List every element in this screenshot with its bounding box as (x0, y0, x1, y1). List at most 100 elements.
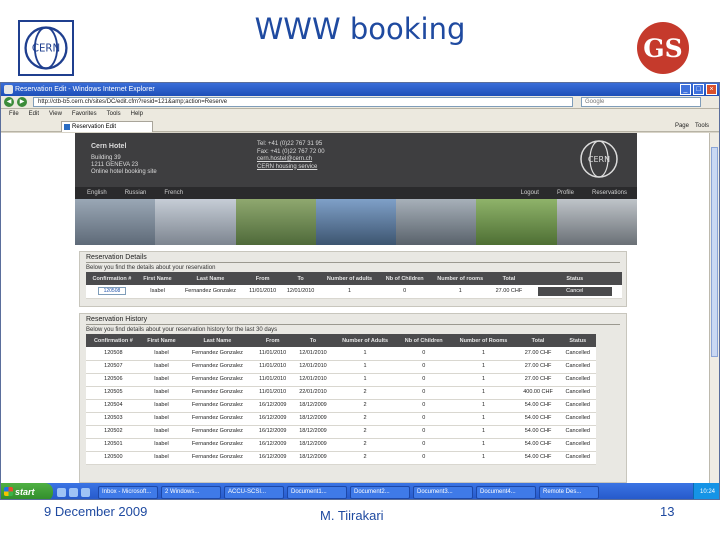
window-titlebar[interactable]: Reservation Edit - Windows Internet Expl… (1, 83, 719, 96)
vertical-scrollbar[interactable] (709, 133, 719, 483)
total-cell: 400.00 CHF (516, 386, 560, 400)
adults-cell: 1 (333, 360, 397, 374)
table-row: 120500 Isabel Fernandez Gonzalez 16/12/2009… (86, 451, 596, 465)
divider (86, 324, 620, 325)
lang-french[interactable]: French (164, 190, 183, 196)
footer-author: M. Tiirakari (320, 508, 384, 523)
quick-launch-icon[interactable] (81, 487, 90, 497)
menu-favorites[interactable]: Favorites (72, 109, 97, 120)
first-name-cell: Isabel (140, 386, 183, 400)
rooms-cell: 1 (450, 425, 517, 439)
menu-file[interactable]: File (9, 109, 19, 120)
confirmation-cell[interactable]: 120501 (86, 438, 141, 452)
back-button[interactable]: ◀ (4, 97, 14, 107)
photo-strip (75, 199, 637, 245)
close-button[interactable]: × (706, 84, 717, 95)
first-name-cell: Isabel (140, 373, 183, 387)
housing-service-link[interactable]: CERN housing service (257, 164, 325, 172)
cancel-reservation-button[interactable]: Cancel (537, 286, 612, 296)
page-viewport: Cern Hotel Building 39 1211 GENEVA 23 On… (1, 133, 711, 483)
hotel-photo (75, 199, 156, 245)
lang-russian[interactable]: Russian (125, 190, 147, 196)
confirmation-cell[interactable]: 120502 (86, 425, 141, 439)
taskbar-task[interactable]: Document1... (287, 485, 347, 499)
column-header: Status (527, 272, 622, 285)
hotel-nav: English Russian French Logout Profile Re… (75, 187, 637, 199)
maximize-button[interactable]: □ (693, 84, 704, 95)
start-button[interactable]: start (1, 483, 53, 499)
address-line: Building 39 (91, 155, 121, 161)
confirmation-cell[interactable]: 120506 (86, 373, 141, 387)
start-label: start (15, 487, 35, 497)
lang-english[interactable]: English (87, 190, 107, 196)
confirmation-cell[interactable]: 120505 (86, 386, 141, 400)
confirmation-number[interactable]: 120508 (97, 287, 126, 296)
quick-launch-icon[interactable] (69, 487, 78, 497)
forward-button[interactable]: ▶ (17, 97, 27, 107)
confirmation-cell[interactable]: 120500 (86, 451, 141, 465)
confirmation-cell[interactable]: 120503 (86, 412, 141, 426)
tab-reservation-edit[interactable]: Reservation Edit (61, 121, 153, 132)
total-cell: 54.00 CHF (516, 451, 560, 465)
taskbar-task[interactable]: Document3... (413, 485, 473, 499)
adults-cell: 2 (333, 425, 397, 439)
total-cell: 54.00 CHF (516, 438, 560, 452)
search-input[interactable]: Google (581, 97, 701, 107)
nav-reservations[interactable]: Reservations (592, 190, 627, 196)
total-cell: 54.00 CHF (516, 412, 560, 426)
hotel-photo (396, 199, 477, 245)
address-bar: ◀ ▶ http://ctb-b5.cern.ch/sites/DC/edit.… (1, 96, 719, 109)
url-input[interactable]: http://ctb-b5.cern.ch/sites/DC/edit.cfm?… (33, 97, 573, 107)
taskbar-task[interactable]: 2 Windows... (161, 485, 221, 499)
status-cell: Cancelled (559, 347, 596, 361)
reservation-history-section: Reservation History Below you find detai… (79, 313, 627, 483)
to-cell: 18/12/2009 (292, 451, 334, 465)
to-cell: 18/12/2009 (292, 425, 334, 439)
children-cell: 0 (396, 451, 451, 465)
taskbar-task[interactable]: Inbox - Microsoft... (98, 485, 158, 499)
menu-tools[interactable]: Tools (107, 109, 121, 120)
children-cell: 0 (396, 412, 451, 426)
reservation-history-title: Reservation History (86, 316, 148, 323)
window-title: Reservation Edit - Windows Internet Expl… (15, 86, 155, 93)
adults-cell: 1 (333, 347, 397, 361)
column-header: Number of adults (319, 272, 380, 285)
contact-email-link[interactable]: cern.hostel@cern.ch (257, 156, 325, 164)
nav-profile[interactable]: Profile (557, 190, 574, 196)
confirmation-cell[interactable]: 120507 (86, 360, 141, 374)
status-cell: Cancelled (559, 425, 596, 439)
column-header: From (243, 272, 282, 285)
to-cell: 12/01/2010 (292, 373, 334, 387)
last-name-cell: Fernandez Gonzalez (182, 425, 253, 439)
children-cell: 0 (396, 347, 451, 361)
column-header: Last Name (182, 334, 253, 347)
to-cell: 18/12/2009 (292, 438, 334, 452)
minimize-button[interactable]: _ (680, 84, 691, 95)
confirmation-cell[interactable]: 120504 (86, 399, 141, 413)
scrollbar-thumb[interactable] (711, 147, 718, 357)
confirmation-cell[interactable]: 120508 (86, 347, 141, 361)
adults-cell: 2 (333, 451, 397, 465)
from-cell: 16/12/2009 (252, 399, 293, 413)
taskbar-task[interactable]: Document2... (350, 485, 410, 499)
page-menu-button[interactable]: Page (675, 121, 689, 131)
page-icon (64, 124, 70, 130)
menu-edit[interactable]: Edit (29, 109, 39, 120)
first-name-cell: Isabel (140, 451, 183, 465)
from-cell: 16/12/2009 (252, 451, 293, 465)
nav-logout[interactable]: Logout (521, 190, 539, 196)
menu-help[interactable]: Help (131, 109, 143, 120)
quick-launch-icon[interactable] (57, 487, 66, 497)
column-header: First Name (140, 334, 183, 347)
taskbar-task[interactable]: Remote Des... (539, 485, 599, 499)
total-cell: 27.00 CHF (490, 285, 528, 299)
taskbar-task[interactable]: ACCU-SCSI... (224, 485, 284, 499)
tools-menu-button[interactable]: Tools (695, 121, 709, 131)
menu-view[interactable]: View (49, 109, 62, 120)
last-name-cell: Fernandez Gonzalez (182, 360, 253, 374)
children-cell: 0 (396, 386, 451, 400)
adults-cell: 1 (333, 373, 397, 387)
reservation-details-subtitle: Below you find the details about your re… (86, 265, 216, 271)
taskbar-task[interactable]: Document4... (476, 485, 536, 499)
hotel-logo-text: CERN (588, 155, 610, 164)
